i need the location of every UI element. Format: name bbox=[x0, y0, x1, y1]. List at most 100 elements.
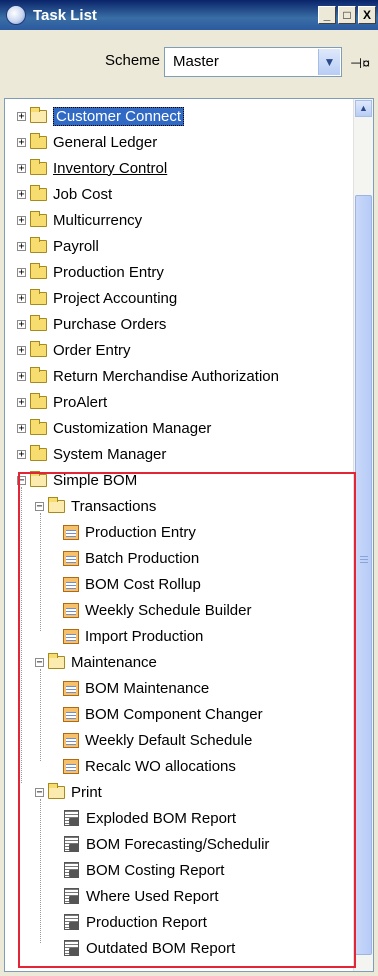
tree-item-rma[interactable]: + Return Merchandise Authorization bbox=[17, 364, 279, 388]
report-printer-icon bbox=[63, 810, 80, 826]
grip-icon bbox=[360, 556, 368, 557]
tree-item-proalert[interactable]: + ProAlert bbox=[17, 390, 107, 414]
tree-item-label: Purchase Orders bbox=[53, 315, 167, 333]
tree-item-simple-bom[interactable]: − Simple BOM bbox=[17, 468, 137, 492]
maximize-button[interactable]: □ bbox=[338, 6, 356, 24]
task-label: Production Report bbox=[86, 913, 207, 931]
close-button[interactable]: X bbox=[358, 6, 376, 24]
task-label: BOM Cost Rollup bbox=[85, 575, 201, 593]
task-label: BOM Forecasting/Schedulir bbox=[86, 835, 270, 853]
expand-icon[interactable]: + bbox=[17, 111, 26, 121]
tree-item-production-entry-module[interactable]: + Production Entry bbox=[17, 260, 164, 284]
expand-icon[interactable]: + bbox=[17, 371, 26, 381]
task-label: Weekly Schedule Builder bbox=[85, 601, 252, 619]
tree-item-inventory-control[interactable]: + Inventory Control bbox=[17, 156, 167, 180]
task-tree[interactable]: ▲ + Customer Connect + General Ledger + … bbox=[4, 98, 374, 972]
expand-icon[interactable]: + bbox=[17, 449, 26, 459]
expand-icon[interactable]: + bbox=[17, 423, 26, 433]
task-production-report[interactable]: Production Report bbox=[63, 910, 207, 934]
tree-connector bbox=[40, 669, 41, 761]
tree-item-label: Print bbox=[71, 783, 102, 801]
tree-item-label: Customization Manager bbox=[53, 419, 212, 437]
task-label: BOM Costing Report bbox=[86, 861, 225, 879]
task-form-icon bbox=[63, 524, 79, 540]
expand-icon[interactable]: + bbox=[17, 215, 26, 225]
expand-icon[interactable]: + bbox=[17, 293, 26, 303]
expand-icon[interactable]: + bbox=[17, 345, 26, 355]
expand-icon[interactable]: + bbox=[17, 397, 26, 407]
task-form-icon bbox=[63, 758, 79, 774]
folder-open-icon bbox=[30, 470, 47, 487]
tree-item-system-manager[interactable]: + System Manager bbox=[17, 442, 166, 466]
tree-connector bbox=[40, 799, 41, 943]
minimize-button[interactable]: _ bbox=[318, 6, 336, 24]
task-bom-maintenance[interactable]: BOM Maintenance bbox=[63, 676, 209, 700]
tree-item-project-accounting[interactable]: + Project Accounting bbox=[17, 286, 177, 310]
pin-icon[interactable]: ⊣¤ bbox=[350, 55, 370, 72]
task-bom-cost-rollup[interactable]: BOM Cost Rollup bbox=[63, 572, 201, 596]
tree-item-label: System Manager bbox=[53, 445, 167, 463]
tree-item-label: Project Accounting bbox=[53, 289, 178, 307]
tree-item-label: Inventory Control bbox=[53, 159, 168, 177]
task-batch-production[interactable]: Batch Production bbox=[63, 546, 199, 570]
task-where-used-report[interactable]: Where Used Report bbox=[63, 884, 219, 908]
expand-icon[interactable]: + bbox=[17, 319, 26, 329]
chevron-down-icon[interactable]: ▼ bbox=[318, 49, 340, 75]
task-label: Exploded BOM Report bbox=[86, 809, 237, 827]
task-bom-component-changer[interactable]: BOM Component Changer bbox=[63, 702, 263, 726]
task-outdated-bom-report[interactable]: Outdated BOM Report bbox=[63, 936, 235, 960]
folder-icon bbox=[30, 132, 47, 149]
tree-item-general-ledger[interactable]: + General Ledger bbox=[17, 130, 157, 154]
task-production-entry[interactable]: Production Entry bbox=[63, 520, 196, 544]
folder-icon bbox=[30, 262, 47, 279]
tree-item-label: General Ledger bbox=[53, 133, 158, 151]
task-bom-forecasting[interactable]: BOM Forecasting/Schedulir bbox=[63, 832, 269, 856]
collapse-icon[interactable]: − bbox=[17, 475, 26, 485]
task-label: Recalc WO allocations bbox=[85, 757, 236, 775]
collapse-icon[interactable]: − bbox=[35, 657, 44, 667]
task-recalc-wo-allocations[interactable]: Recalc WO allocations bbox=[63, 754, 236, 778]
tree-item-payroll[interactable]: + Payroll bbox=[17, 234, 99, 258]
scrollbar-thumb[interactable] bbox=[355, 195, 372, 955]
task-weekly-schedule-builder[interactable]: Weekly Schedule Builder bbox=[63, 598, 251, 622]
tree-item-label: Payroll bbox=[53, 237, 99, 255]
report-printer-icon bbox=[63, 940, 80, 956]
tree-item-label: Customer Connect bbox=[53, 106, 185, 126]
folder-icon bbox=[30, 392, 47, 409]
task-exploded-bom-report[interactable]: Exploded BOM Report bbox=[63, 806, 236, 830]
window-title: Task List bbox=[33, 6, 97, 24]
report-printer-icon bbox=[63, 888, 80, 904]
tree-item-customization-manager[interactable]: + Customization Manager bbox=[17, 416, 211, 440]
tree-item-order-entry[interactable]: + Order Entry bbox=[17, 338, 131, 362]
expand-icon[interactable]: + bbox=[17, 137, 26, 147]
task-import-production[interactable]: Import Production bbox=[63, 624, 203, 648]
folder-icon bbox=[30, 366, 47, 383]
expand-icon[interactable]: + bbox=[17, 189, 26, 199]
scheme-select[interactable]: Master ▼ bbox=[164, 47, 342, 77]
vertical-scrollbar[interactable]: ▲ bbox=[353, 99, 373, 971]
report-printer-icon bbox=[63, 862, 80, 878]
collapse-icon[interactable]: − bbox=[35, 501, 44, 511]
expand-icon[interactable]: + bbox=[17, 163, 26, 173]
task-bom-costing-report[interactable]: BOM Costing Report bbox=[63, 858, 224, 882]
scheme-value: Master bbox=[173, 53, 219, 70]
task-label: Production Entry bbox=[85, 523, 196, 541]
folder-open-icon bbox=[30, 106, 47, 123]
task-weekly-default-schedule[interactable]: Weekly Default Schedule bbox=[63, 728, 252, 752]
tree-item-job-cost[interactable]: + Job Cost bbox=[17, 182, 112, 206]
tree-item-customer-connect[interactable]: + Customer Connect bbox=[17, 104, 185, 128]
folder-icon bbox=[30, 210, 47, 227]
expand-icon[interactable]: + bbox=[17, 267, 26, 277]
task-form-icon bbox=[63, 576, 79, 592]
expand-icon[interactable]: + bbox=[17, 241, 26, 251]
tree-item-maintenance[interactable]: − Maintenance bbox=[35, 650, 157, 674]
tree-item-print[interactable]: − Print bbox=[35, 780, 102, 804]
folder-open-icon bbox=[48, 782, 65, 799]
task-form-icon bbox=[63, 602, 79, 618]
tree-item-multicurrency[interactable]: + Multicurrency bbox=[17, 208, 142, 232]
tree-item-transactions[interactable]: − Transactions bbox=[35, 494, 156, 518]
scroll-up-arrow-icon[interactable]: ▲ bbox=[355, 100, 372, 117]
task-label: BOM Component Changer bbox=[85, 705, 263, 723]
collapse-icon[interactable]: − bbox=[35, 787, 44, 797]
tree-item-purchase-orders[interactable]: + Purchase Orders bbox=[17, 312, 166, 336]
